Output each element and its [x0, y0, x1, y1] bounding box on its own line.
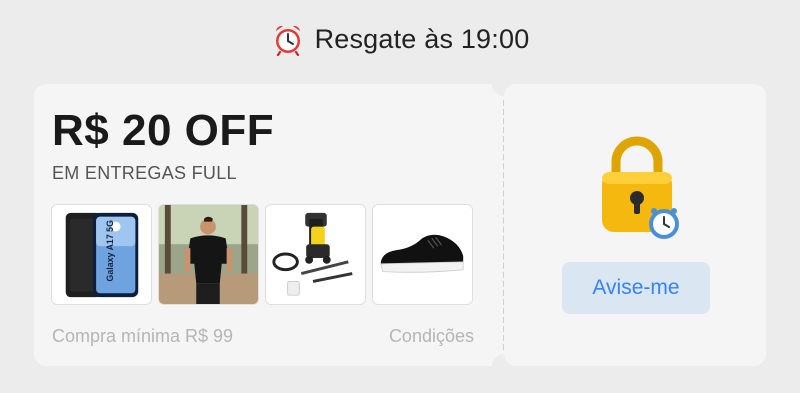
- product-thumb-tshirt[interactable]: [158, 204, 259, 305]
- redeem-time-label: Resgate às 19:00: [314, 23, 530, 54]
- product-thumb-smartphone[interactable]: Galaxy A17 5G: [51, 204, 152, 305]
- person-tshirt-image: [159, 205, 258, 304]
- minimum-purchase-text: Compra mínima R$ 99: [52, 326, 234, 346]
- pressure-washer-image: [272, 212, 353, 296]
- lock-clock-icon: [602, 136, 679, 239]
- svg-text:Galaxy A17 5G: Galaxy A17 5G: [105, 220, 115, 282]
- smartphone-image: Galaxy A17 5G: [65, 212, 139, 298]
- alarm-clock-icon: [275, 25, 300, 56]
- product-thumb-sneaker[interactable]: [372, 204, 473, 305]
- product-thumbnails: Galaxy A17 5G: [51, 204, 473, 305]
- coupon-subtitle: EM ENTREGAS FULL: [52, 163, 237, 183]
- sneaker-image: [380, 234, 464, 273]
- notify-me-button[interactable]: Avise-me: [562, 262, 710, 314]
- conditions-link[interactable]: Condições: [389, 326, 474, 347]
- coupon-card: R$ 20 OFF EM ENTREGAS FULL Galaxy A17 5G: [34, 84, 504, 366]
- redeem-header: Resgate às 19:00: [0, 18, 800, 60]
- coupon-amount: R$ 20 OFF: [52, 106, 275, 155]
- product-thumb-pressure-washer[interactable]: [265, 204, 366, 305]
- coupon-action-panel: Avise-me: [504, 84, 766, 366]
